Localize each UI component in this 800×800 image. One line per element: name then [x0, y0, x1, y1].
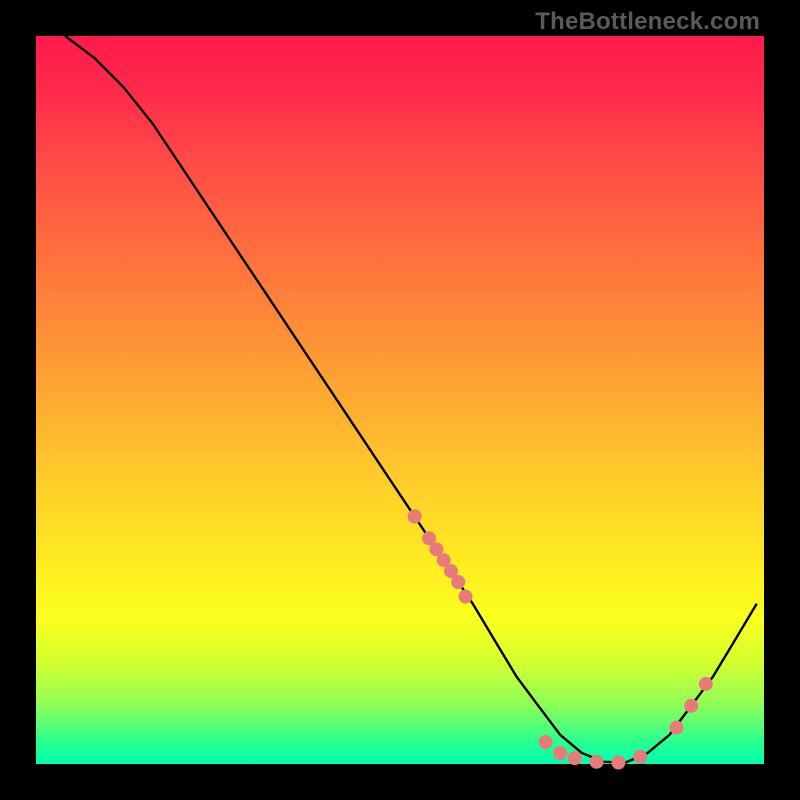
watermark-text: TheBottleneck.com [535, 8, 760, 36]
data-point [539, 735, 553, 749]
data-point [633, 750, 647, 764]
data-point [408, 510, 422, 524]
chart-svg [36, 36, 764, 764]
data-point [459, 590, 473, 604]
data-point [590, 755, 604, 769]
gradient-plot-area [36, 36, 764, 764]
data-point [670, 721, 684, 735]
data-point [699, 677, 713, 691]
data-point [611, 756, 625, 770]
data-point [451, 575, 465, 589]
bottleneck-curve [65, 36, 757, 763]
data-point [553, 746, 567, 760]
data-point [568, 751, 582, 765]
data-points-group [408, 510, 713, 770]
data-point [684, 699, 698, 713]
